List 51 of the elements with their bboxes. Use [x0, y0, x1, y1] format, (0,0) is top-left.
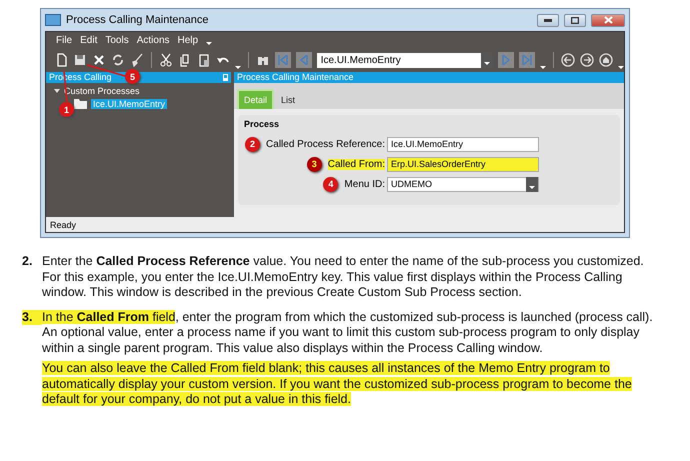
tab[interactable]: List: [276, 91, 300, 109]
expand-toggle-icon[interactable]: [54, 89, 60, 93]
group-title: Process: [244, 119, 280, 129]
status-bar: Ready: [46, 217, 624, 232]
window-icon: [45, 14, 61, 26]
close-button[interactable]: [591, 14, 625, 26]
step-number: 3.: [22, 310, 42, 325]
delete-icon[interactable]: [92, 53, 106, 67]
menu-item[interactable]: Help: [178, 34, 198, 46]
field-label: Called Process Reference:: [266, 138, 385, 150]
window-title: Process Calling Maintenance: [66, 14, 210, 26]
last-arrow-icon: [522, 55, 532, 65]
text-field[interactable]: Ice.UI.MemoEntry: [387, 136, 539, 152]
paste-icon[interactable]: [196, 53, 211, 67]
step-text: Enter the Called Process Reference value. You need to enter the name of the sub-process you customized. For this example, you enter the Ice.UI.MemoEntry key. This value first displays within the Process Calling window. This window is described in the previous Create Custom Sub Process section.: [42, 254, 645, 300]
left-arrow-icon: [298, 55, 309, 65]
menu-item[interactable]: File: [56, 34, 72, 46]
caret-icon[interactable]: [540, 66, 546, 69]
step-note: You can also leave the Called From field blank; this causes all instances of the Memo Entry program to automatically display your custom version. If you want the customized sub-process program to become the default for your company, do not put a value in this field.: [42, 361, 633, 408]
menu-item[interactable]: Edit: [80, 34, 98, 46]
menu-item[interactable]: Tools: [105, 34, 129, 46]
menu-item[interactable]: Actions: [136, 34, 170, 46]
minimize-button[interactable]: [537, 14, 559, 26]
caret-icon[interactable]: [206, 42, 212, 45]
save-icon[interactable]: [73, 53, 87, 67]
panel-title: Process Calling Maintenance: [237, 72, 354, 83]
scissors-icon[interactable]: [158, 53, 173, 67]
step-number: 2.: [22, 254, 34, 270]
dropdown-field[interactable]: UDMEMO: [387, 176, 539, 192]
step-text: In the Called From field, enter the program from which the customized sub-process is launched (process call). An optional value, enter a process name if you want to limit this custom sub-process program to only display within a single parent program. This value also displays within the Process Calling window.: [42, 310, 654, 356]
refresh-icon[interactable]: [111, 53, 125, 67]
home-icon[interactable]: [599, 53, 614, 67]
callout-badge: 3: [306, 156, 322, 172]
text-field[interactable]: Erp.UI.SalesOrderEntry: [387, 156, 539, 172]
forward-arrow-icon[interactable]: [580, 53, 594, 67]
maximize-button[interactable]: [564, 14, 586, 26]
field-label: Menu ID:: [344, 178, 385, 190]
maximize-icon: [571, 16, 579, 24]
callout-badge: 4: [323, 176, 338, 192]
right-arrow-icon: [501, 55, 512, 65]
brush-icon[interactable]: [130, 53, 144, 67]
field-label: Called From:: [328, 158, 385, 170]
callout-badge: 2: [245, 136, 260, 152]
close-icon: [604, 16, 612, 24]
minimize-icon: [544, 18, 552, 22]
pin-icon[interactable]: [223, 74, 228, 81]
first-arrow-icon: [278, 55, 288, 65]
caret-icon[interactable]: [618, 66, 624, 69]
folder-icon: [74, 98, 87, 109]
key-combo-box[interactable]: Ice.UI.MemoEntry: [316, 52, 494, 68]
caret-icon[interactable]: [234, 66, 241, 69]
